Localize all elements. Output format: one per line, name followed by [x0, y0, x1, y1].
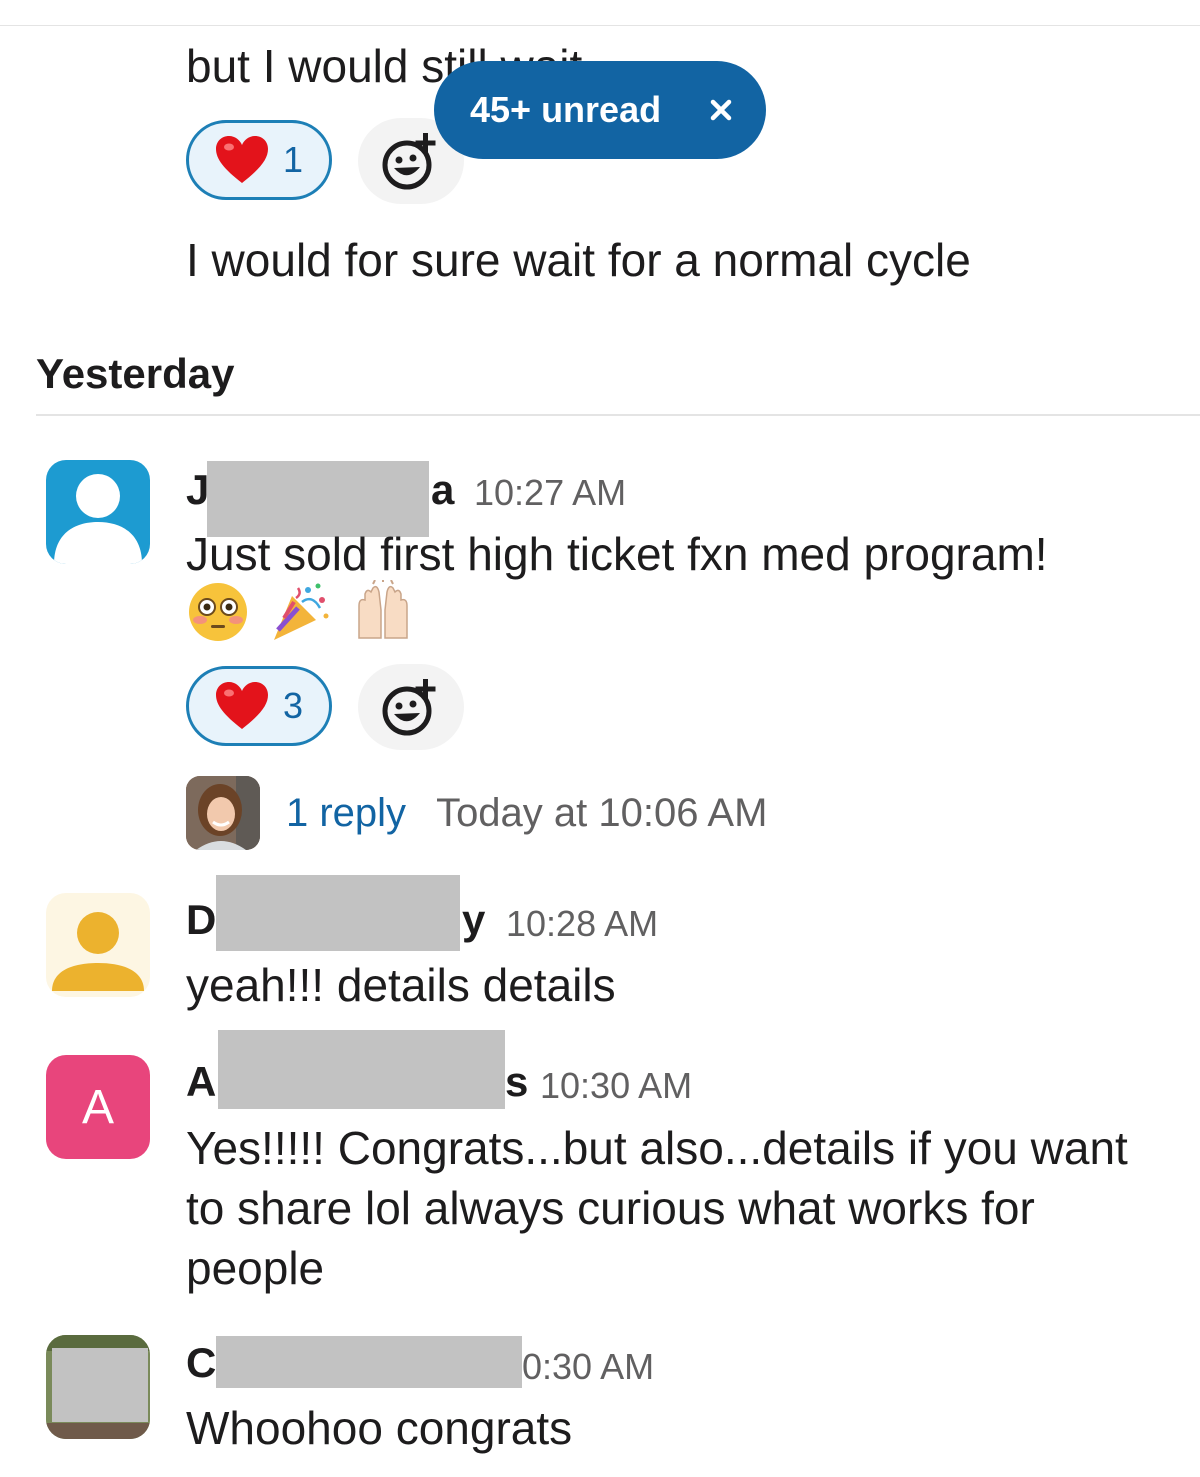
raised-hands-emoji: [351, 578, 415, 644]
sender-name-start[interactable]: J: [186, 466, 209, 514]
sender-name-start[interactable]: C: [186, 1339, 216, 1387]
top-divider: [0, 25, 1200, 26]
timestamp[interactable]: 10:30 AM: [540, 1065, 692, 1107]
add-reaction-icon: [382, 133, 436, 190]
timestamp[interactable]: 10:27 AM: [474, 472, 626, 514]
emoji-row: [186, 578, 429, 644]
message-text: Just sold first high ticket fxn med prog…: [186, 528, 1048, 580]
reply-avatar: [186, 776, 260, 850]
thread-replies[interactable]: 1 reply Today at 10:06 AM: [186, 776, 767, 850]
redacted-name: [218, 1030, 505, 1109]
sender-name-start[interactable]: D: [186, 896, 216, 944]
redacted-name: [216, 1336, 522, 1388]
reaction-heart[interactable]: 1: [186, 120, 332, 200]
reaction-count: 1: [283, 139, 304, 180]
redacted-name: [216, 875, 460, 951]
avatar[interactable]: [46, 460, 150, 564]
close-icon[interactable]: [702, 91, 740, 129]
reply-count-link[interactable]: 1 reply: [286, 791, 406, 836]
add-reaction-icon: [382, 679, 436, 736]
sender-name-start[interactable]: A: [186, 1058, 216, 1106]
day-divider-line: [36, 414, 1200, 416]
reaction-heart[interactable]: 3: [186, 666, 332, 746]
message-text: Yes!!!!! Congrats...but also...details i…: [186, 1122, 1128, 1294]
avatar[interactable]: [46, 893, 150, 997]
heart-emoji: [216, 136, 268, 183]
message-text: Whoohoo congrats: [186, 1402, 573, 1454]
redacted-avatar: [52, 1348, 148, 1422]
heart-emoji: [216, 682, 268, 729]
user-icon: [54, 474, 142, 564]
day-divider: Yesterday: [36, 350, 235, 397]
party-popper-emoji: [268, 580, 332, 644]
add-reaction-button[interactable]: [358, 664, 464, 750]
message-text: yeah!!! details details: [186, 959, 616, 1011]
sender-name-end[interactable]: a: [431, 466, 454, 514]
person-photo-icon: [186, 776, 260, 850]
sender-name-end[interactable]: y: [462, 896, 485, 944]
reaction-count: 3: [283, 685, 304, 726]
timestamp[interactable]: 10:28 AM: [506, 903, 658, 945]
user-icon: [52, 912, 144, 991]
unread-label: 45+ unread: [470, 89, 662, 130]
unread-banner[interactable]: 45+ unread: [434, 61, 766, 159]
last-reply-time: Today at 10:06 AM: [436, 790, 768, 835]
flushed-face-emoji: [186, 580, 250, 644]
message-text: I would for sure wait for a normal cycle: [186, 234, 971, 286]
timestamp[interactable]: 0:30 AM: [522, 1346, 654, 1388]
avatar-letter: A: [81, 1080, 114, 1134]
sender-name-end[interactable]: s: [505, 1058, 528, 1106]
avatar[interactable]: A: [46, 1055, 150, 1159]
